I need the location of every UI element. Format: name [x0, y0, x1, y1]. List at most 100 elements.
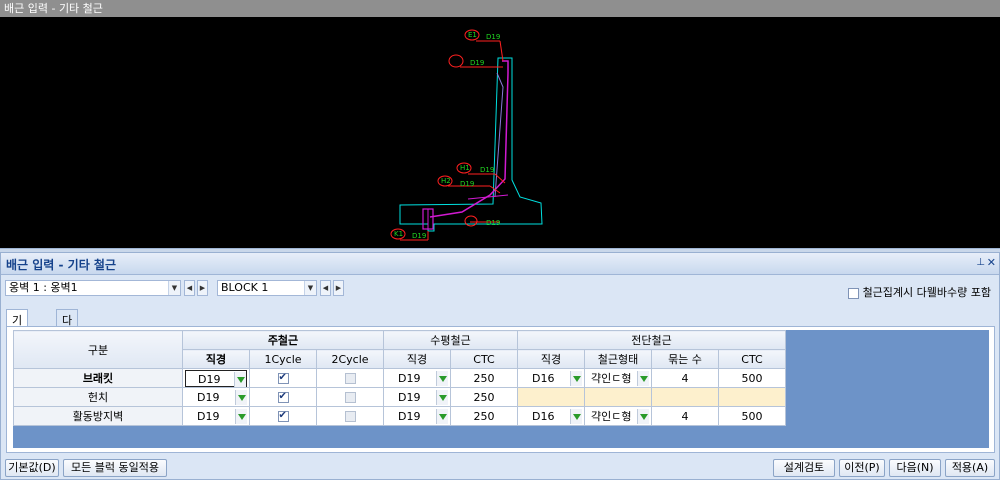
horizontal-diameter-cell[interactable]: D19: [383, 368, 451, 388]
pin-icon[interactable]: ⊥: [976, 257, 985, 268]
dropdown-arrow-icon[interactable]: [637, 408, 649, 424]
dropdown-arrow-icon[interactable]: [570, 408, 582, 424]
shear-shape-cell[interactable]: 갹인ㄷ형: [584, 406, 652, 426]
panel-title: 배근 입력 - 기타 철근: [6, 258, 117, 272]
wall-prev-button[interactable]: ◀: [184, 280, 195, 296]
header-shear-rebar: 전단철근: [517, 330, 786, 350]
table-row: 활동방지벽 D19 D19 250 D16 갹인ㄷ형 4 500: [13, 406, 786, 426]
cycle1-cell[interactable]: [249, 387, 317, 407]
leader-lines: [400, 40, 506, 241]
main-diameter-value: D19: [198, 372, 221, 386]
dropdown-arrow-icon[interactable]: [436, 408, 448, 424]
chevron-down-icon[interactable]: ▼: [168, 281, 180, 295]
cad-label-h1: H1: [460, 164, 470, 172]
main-diameter-cell[interactable]: D19: [182, 406, 250, 426]
horizontal-ctc-cell[interactable]: 250: [450, 406, 518, 426]
cad-label-d19-5: D19: [486, 219, 500, 227]
cycle1-cell[interactable]: [249, 406, 317, 426]
shear-shape-value: 갹인ㄷ형: [591, 409, 632, 423]
cad-label-d19-6: D19: [412, 232, 426, 240]
wall-select-value: 옹벽 1 : 옹벽1: [9, 281, 78, 294]
design-check-button[interactable]: 설계검토: [773, 459, 835, 477]
cycle2-checkbox[interactable]: [344, 411, 356, 422]
block-next-button[interactable]: ▶: [333, 280, 344, 296]
main-diameter-cell[interactable]: D19: [182, 368, 250, 388]
header-main-diameter: 직경: [182, 349, 250, 369]
table-row: 헌치 D19 D19 250: [13, 387, 786, 407]
row-name: 활동방지벽: [13, 406, 183, 426]
dropdown-arrow-icon[interactable]: [436, 389, 448, 405]
header-cycle1: 1Cycle: [249, 349, 317, 369]
defaults-button[interactable]: 기본값(D): [5, 459, 59, 477]
shear-diameter-value: D16: [532, 371, 555, 385]
dropdown-arrow-icon[interactable]: [235, 389, 247, 405]
include-dowel-checkbox[interactable]: 철근집계시 다웰바수량 포함: [848, 284, 991, 300]
horizontal-ctc-cell[interactable]: 250: [450, 387, 518, 407]
cycle1-checkbox[interactable]: [277, 391, 289, 403]
include-dowel-label: 철근집계시 다웰바수량 포함: [862, 286, 991, 299]
window-title: 배근 입력 - 기타 철근: [0, 0, 1000, 17]
horizontal-diameter-value: D19: [398, 371, 421, 385]
cad-label-d19-3: D19: [480, 166, 494, 174]
horizontal-ctc-cell[interactable]: 250: [450, 368, 518, 388]
cycle1-cell[interactable]: [249, 368, 317, 388]
header-cycle2: 2Cycle: [316, 349, 384, 369]
cad-drawing-view[interactable]: E1 D19 D19 H1 D19 H2 D19 D19 K1 D19: [0, 17, 1000, 248]
dropdown-arrow-icon[interactable]: [235, 408, 247, 424]
dropdown-arrow-icon[interactable]: [570, 370, 582, 386]
header-horizontal-rebar: 수평철근: [383, 330, 518, 350]
shear-diameter-cell[interactable]: D16: [517, 406, 585, 426]
shear-ctc-cell[interactable]: 500: [718, 406, 786, 426]
header-shear-bundle: 묶는 수: [651, 349, 719, 369]
horizontal-diameter-cell[interactable]: D19: [383, 406, 451, 426]
shear-ctc-cell[interactable]: 500: [718, 368, 786, 388]
panel-header: 배근 입력 - 기타 철근 ⊥ ✕: [1, 253, 999, 275]
dropdown-arrow-icon[interactable]: [436, 370, 448, 386]
block-prev-button[interactable]: ◀: [320, 280, 331, 296]
cycle1-checkbox[interactable]: [277, 410, 289, 422]
wall-next-button[interactable]: ▶: [197, 280, 208, 296]
shear-shape-cell[interactable]: 갹인ㄷ형: [584, 368, 652, 388]
header-category: 구분: [13, 330, 183, 369]
cycle2-checkbox[interactable]: [344, 392, 356, 403]
shear-diameter-value: D16: [532, 409, 555, 423]
shear-shape-value: 갹인ㄷ형: [591, 371, 632, 385]
dropdown-arrow-icon[interactable]: [637, 370, 649, 386]
main-diameter-cell[interactable]: D19: [182, 387, 250, 407]
shear-bundle-cell[interactable]: 4: [651, 368, 719, 388]
include-dowel-checkbox-box[interactable]: [848, 287, 860, 299]
wall-select[interactable]: 옹벽 1 : 옹벽1 ▼: [5, 280, 181, 296]
next-button[interactable]: 다음(N): [889, 459, 941, 477]
header-shear-ctc: CTC: [718, 349, 786, 369]
tab-dowel-bar[interactable]: 다웰바: [56, 309, 79, 359]
cycle1-checkbox[interactable]: [277, 372, 289, 384]
apply-button[interactable]: 적용(A): [945, 459, 995, 477]
row-name: 브래킷: [13, 368, 183, 388]
block-select[interactable]: BLOCK 1 ▼: [217, 280, 317, 296]
cycle2-cell[interactable]: [316, 406, 384, 426]
rebar-grid-container: 구분 주철근 수평철근 전단철근 직경 1Cycle 2Cycle 직경 CTC…: [6, 326, 995, 453]
cycle2-checkbox[interactable]: [344, 373, 356, 384]
cad-label-d19-4: D19: [460, 180, 474, 188]
label-circles: [390, 29, 480, 240]
cad-label-d19-2: D19: [470, 59, 484, 67]
shear-diameter-cell[interactable]: D16: [517, 368, 585, 388]
cad-label-k1: K1: [394, 230, 403, 238]
shear-diameter-cell-disabled: [517, 387, 585, 407]
prev-button[interactable]: 이전(P): [839, 459, 885, 477]
shear-bundle-cell[interactable]: 4: [651, 406, 719, 426]
cad-label-d19-1: D19: [486, 33, 500, 41]
cycle2-cell[interactable]: [316, 387, 384, 407]
dropdown-arrow-icon[interactable]: [234, 371, 246, 387]
secondary-rebar: [494, 72, 504, 198]
header-horizontal-diameter: 직경: [383, 349, 451, 369]
horizontal-diameter-cell[interactable]: D19: [383, 387, 451, 407]
close-icon[interactable]: ✕: [987, 256, 996, 269]
horizontal-diameter-value: D19: [398, 409, 421, 423]
row-name: 헌치: [13, 387, 183, 407]
main-rebar: [429, 60, 509, 218]
block-select-value: BLOCK 1: [221, 281, 269, 294]
apply-all-blocks-button[interactable]: 모든 블럭 동일적용: [63, 459, 167, 477]
chevron-down-icon[interactable]: ▼: [304, 281, 316, 295]
cycle2-cell[interactable]: [316, 368, 384, 388]
